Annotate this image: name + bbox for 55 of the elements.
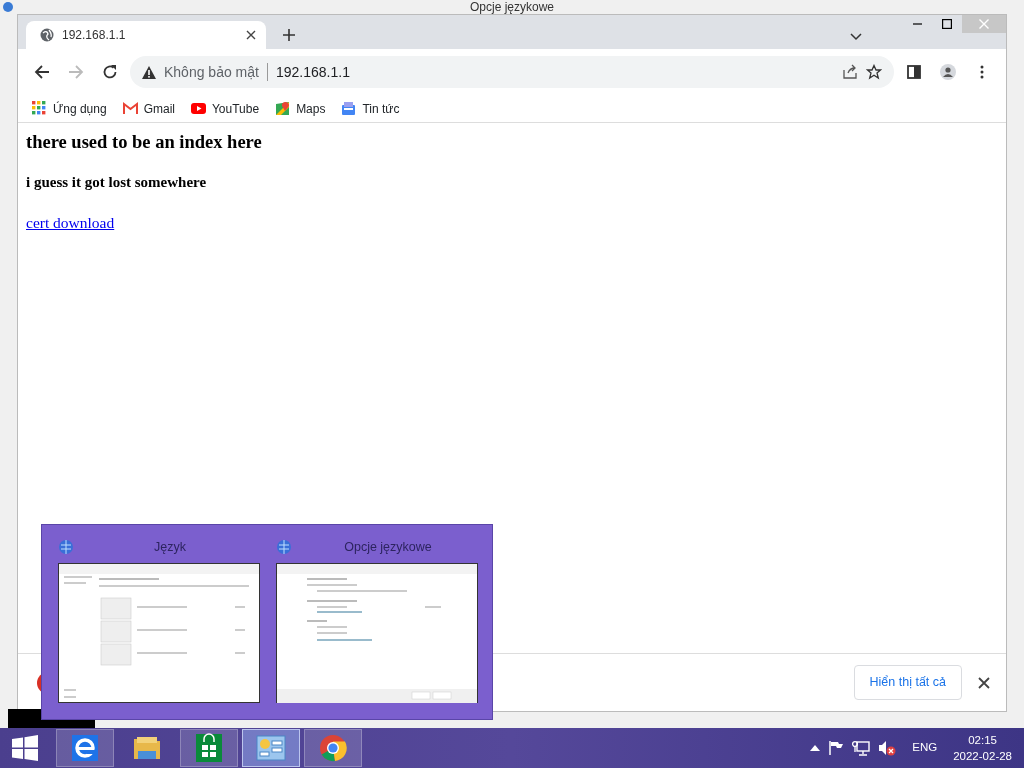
bookmark-link[interactable]: Maps [275, 99, 326, 118]
bookmark-link[interactable]: YouTube [190, 99, 260, 118]
star-icon[interactable] [866, 64, 882, 80]
mail-icon [122, 101, 138, 116]
bookmark-link[interactable]: Tin tức [341, 99, 400, 118]
video-play-icon [190, 101, 206, 116]
store-bag-icon [194, 733, 224, 763]
news-icon [341, 101, 357, 116]
close-icon [978, 676, 990, 689]
url-text: 192.168.1.1 [275, 62, 351, 82]
security-status[interactable]: Không bảo mật [164, 61, 259, 83]
language-indicator[interactable]: ENG [912, 739, 938, 757]
minimize-icon [912, 23, 922, 25]
bookmark-link[interactable]: Ứng dụng [32, 99, 107, 118]
new-tab-icon[interactable] [282, 28, 296, 42]
page-subheading: i guess it got lost somewhere [26, 173, 208, 192]
page-heading: there used to be an index here [26, 131, 263, 154]
cert-download-link[interactable]: cert download [26, 214, 115, 232]
app-icon [2, 1, 14, 13]
close-icon [979, 19, 989, 29]
bookmark-link[interactable]: Gmail [122, 99, 175, 118]
clock[interactable]: 02:15 2022-02-28 [953, 732, 1012, 764]
forward-icon [68, 64, 84, 80]
close-icon[interactable] [246, 30, 256, 40]
warning-icon [142, 65, 156, 79]
network-icon[interactable] [852, 740, 871, 756]
clock-time: 02:15 [967, 733, 998, 748]
window-thumbnail[interactable] [276, 563, 478, 703]
back-icon [34, 64, 50, 80]
chrome-logo-icon [318, 733, 348, 763]
volume-muted-icon[interactable] [878, 740, 897, 756]
control-panel-icon [256, 733, 286, 763]
globe-icon [40, 28, 54, 42]
browser-e-icon [70, 733, 100, 763]
window-title: Opcje językowe [469, 1, 554, 13]
apps-grid-icon [32, 101, 47, 116]
profile-icon [940, 64, 956, 80]
side-panel-icon [906, 64, 922, 80]
browser-tab[interactable]: 192.168.1.1 [26, 21, 266, 49]
taskbar-app-button[interactable] [242, 729, 300, 767]
show-all-button[interactable]: Hiển thị tất cả [853, 665, 962, 700]
windows-logo-icon [12, 735, 38, 761]
map-pin-icon [275, 101, 291, 116]
chevron-up-icon[interactable] [810, 745, 821, 751]
reload-icon [102, 64, 118, 80]
flag-icon[interactable] [828, 740, 845, 756]
maximize-icon [942, 19, 952, 29]
preview-title: Język [153, 538, 187, 556]
share-icon[interactable] [842, 64, 858, 80]
tab-title: 192.168.1.1 [62, 27, 127, 44]
clock-date: 2022-02-28 [953, 749, 1012, 764]
window-thumbnail[interactable] [58, 563, 260, 703]
chevron-down-icon[interactable] [850, 33, 862, 41]
preview-title: Opcje językowe [343, 538, 433, 556]
address-bar[interactable]: Không bảo mật 192.168.1.1 [130, 56, 894, 88]
